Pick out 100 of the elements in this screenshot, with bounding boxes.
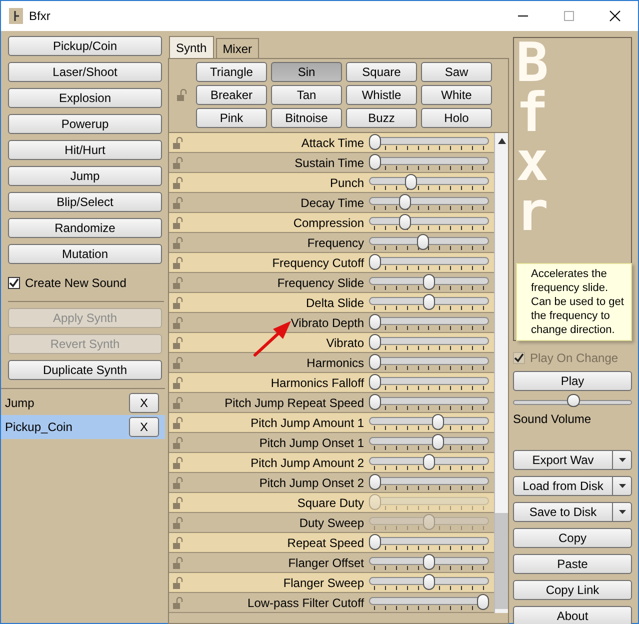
file-button[interactable]: About [513,606,632,624]
waveform-button[interactable]: Saw [421,62,492,82]
slider[interactable] [369,174,490,192]
sound-item[interactable]: Pickup_Coin X [1,415,165,439]
delete-button[interactable]: X [129,417,159,437]
lock-icon[interactable] [173,516,185,528]
lock-icon[interactable] [173,356,185,368]
generator-button[interactable]: Jump [8,166,162,186]
slider[interactable] [369,534,490,552]
slider[interactable] [369,574,490,592]
checkbox-label[interactable]: Create New Sound [25,274,126,292]
tab[interactable]: Synth [169,36,214,58]
lock-icon[interactable] [173,236,185,248]
waveform-button[interactable]: Tan [271,85,342,105]
caret-icon [618,458,626,462]
slider[interactable] [369,354,490,372]
tab[interactable]: Mixer [216,38,260,58]
file-button[interactable]: Copy [513,528,632,548]
slider[interactable] [369,274,490,292]
generator-button[interactable]: Laser/Shoot [8,62,162,82]
slider[interactable] [369,234,490,252]
lock-icon[interactable] [173,496,185,508]
lock-icon[interactable] [173,276,185,288]
waveform-button[interactable]: Triangle [196,62,267,82]
generator-button[interactable]: Randomize [8,218,162,238]
lock-icon[interactable] [173,596,185,608]
waveform-button[interactable]: White [421,85,492,105]
slider[interactable] [369,134,490,152]
dropdown-button[interactable] [613,502,632,522]
slider[interactable] [369,474,490,492]
parameter-label: Low-pass Filter Cutoff [246,594,366,612]
generator-button[interactable]: Mutation [8,244,162,264]
file-button[interactable]: Load from Disk [513,476,613,496]
waveform-button[interactable]: Breaker [196,85,267,105]
file-button[interactable]: Paste [513,554,632,574]
lock-icon[interactable] [176,89,188,101]
lock-icon[interactable] [173,256,185,268]
dropdown-button[interactable] [613,476,632,496]
lock-icon[interactable] [173,216,185,228]
volume-slider[interactable] [513,394,632,410]
waveform-button[interactable]: Whistle [346,85,417,105]
slider[interactable] [369,154,490,172]
scroll-up-icon[interactable] [498,138,506,144]
file-button[interactable]: Export Wav [513,450,613,470]
close-icon[interactable] [607,8,623,24]
lock-icon[interactable] [173,416,185,428]
slider[interactable] [369,554,490,572]
scroll-thumb[interactable] [495,513,508,609]
lock-icon[interactable] [173,316,185,328]
waveform-button[interactable]: Bitnoise [271,108,342,128]
lock-icon[interactable] [173,456,185,468]
lock-icon[interactable] [173,156,185,168]
lock-icon[interactable] [173,296,185,308]
lock-icon[interactable] [173,436,185,448]
slider[interactable] [369,314,490,332]
synth-button[interactable]: Duplicate Synth [8,360,162,380]
sound-item[interactable]: Jump X [1,391,165,415]
generator-button[interactable]: Blip/Select [8,192,162,212]
slider[interactable] [369,374,490,392]
checkbox[interactable] [8,277,20,289]
generator-button[interactable]: Hit/Hurt [8,140,162,160]
slider[interactable] [369,454,490,472]
waveform-button[interactable]: Square [346,62,417,82]
waveform-button[interactable]: Buzz [346,108,417,128]
lock-icon[interactable] [173,176,185,188]
lock-icon[interactable] [173,376,185,388]
lock-icon[interactable] [173,556,185,568]
slider[interactable] [369,594,490,612]
waveform-button[interactable]: Holo [421,108,492,128]
lock-icon[interactable] [173,196,185,208]
slider[interactable] [369,334,490,352]
slider[interactable] [369,194,490,212]
slider[interactable] [369,414,490,432]
file-button[interactable]: Save to Disk [513,502,613,522]
generator-button[interactable]: Pickup/Coin [8,36,162,56]
waveform-button[interactable]: Pink [196,108,267,128]
maximize-icon[interactable] [561,8,577,24]
slider[interactable] [369,294,490,312]
slider[interactable] [369,394,490,412]
lock-icon[interactable] [173,536,185,548]
parameter-label: Delta Slide [305,294,366,312]
lock-icon[interactable] [173,136,185,148]
lock-icon[interactable] [173,336,185,348]
file-button[interactable]: Copy Link [513,580,632,600]
scrollbar[interactable] [494,133,508,613]
lock-icon[interactable] [173,476,185,488]
slider[interactable] [369,254,490,272]
lock-icon[interactable] [173,396,185,408]
dropdown-button[interactable] [613,450,632,470]
generator-button[interactable]: Explosion [8,88,162,108]
delete-button[interactable]: X [129,393,159,413]
parameter-label: Harmonics Falloff [270,374,366,392]
slider[interactable] [369,434,490,452]
slider[interactable] [369,214,490,232]
generator-button[interactable]: Powerup [8,114,162,134]
parameter-label: Pitch Jump Onset 2 [258,474,366,492]
parameter-label: Vibrato [325,334,366,352]
lock-icon[interactable] [173,576,185,588]
waveform-button[interactable]: Sin [271,62,342,82]
play-button[interactable]: Play [513,371,632,391]
